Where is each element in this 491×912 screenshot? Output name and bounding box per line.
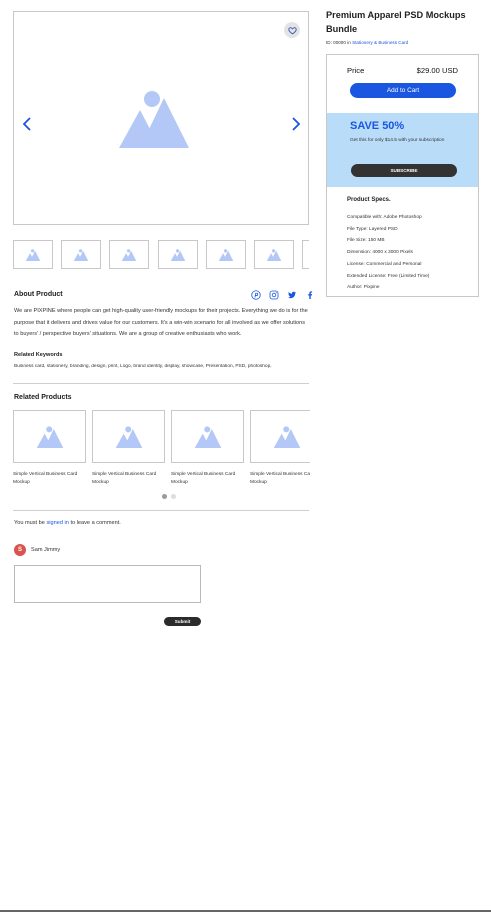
product-caption[interactable]: Simple Vertical Business Card Mockup (13, 471, 85, 487)
product-thumbnail[interactable] (13, 410, 86, 463)
spec-item: Extended License: Free (Limited Time) (347, 273, 430, 279)
image-placeholder-icon (170, 248, 186, 261)
thumbnail[interactable] (158, 240, 198, 269)
image-placeholder-icon (25, 248, 41, 261)
spec-item: Compatible with: Adobe Photoshop (347, 215, 422, 220)
product-caption[interactable]: Simple Vertical Business Card Mockup (92, 471, 164, 487)
divider (13, 510, 309, 511)
comment-signin-note: You must be signed in to leave a comment… (14, 520, 121, 526)
product-id-text: ID: 00000 in (326, 40, 351, 45)
related-product-card[interactable]: Simple Vertical Business Card Mockup (13, 410, 87, 487)
subscription-promo: SAVE 50% Get this for only $14.5 with yo… (327, 113, 478, 187)
spec-item: License: Commercial and Personal (347, 261, 422, 267)
user-name: Sam Jimmy (31, 547, 61, 553)
chevron-right-icon[interactable] (290, 116, 302, 132)
carousel-pagination (162, 494, 176, 499)
image-placeholder-icon (73, 248, 89, 261)
facebook-icon[interactable] (304, 290, 315, 301)
image-placeholder-icon (218, 248, 234, 261)
product-caption[interactable]: Simple Vertical Business Card Mockup (250, 471, 310, 487)
product-id: ID: 00000 in Stationery & Business Card (326, 40, 408, 45)
image-placeholder-icon (36, 425, 63, 448)
comment-textarea[interactable] (14, 565, 201, 603)
related-product-card[interactable]: Simple Vertical Business Card Mockup (92, 410, 166, 487)
price-label: Price (347, 66, 365, 75)
heart-icon[interactable] (284, 22, 300, 38)
thumbnail[interactable] (302, 240, 309, 269)
image-placeholder-icon (119, 91, 189, 148)
social-share (250, 289, 315, 301)
related-products-carousel: Simple Vertical Business Card Mockup Sim… (13, 410, 310, 490)
price-value: $29.00 USD (416, 66, 458, 75)
related-product-card[interactable]: Simple Vertical Business Card Mockup (250, 410, 310, 487)
pinterest-icon[interactable] (250, 290, 261, 301)
instagram-icon[interactable] (268, 290, 279, 301)
about-product-text: We are PIXPINE where people can get high… (14, 308, 308, 337)
about-product-heading: About Product (14, 291, 63, 298)
thumbnail[interactable] (254, 240, 294, 269)
related-products-heading: Related Products (14, 394, 72, 401)
image-placeholder-icon (266, 248, 282, 261)
product-thumbnail[interactable] (92, 410, 165, 463)
image-placeholder-icon (121, 248, 137, 261)
chevron-left-icon[interactable] (21, 116, 33, 132)
comment-user: S Sam Jimmy (14, 544, 60, 556)
image-placeholder-icon (273, 425, 300, 448)
twitter-icon[interactable] (286, 290, 297, 301)
product-caption[interactable]: Simple Vertical Business Card Mockup (171, 471, 243, 487)
subscribe-button[interactable]: SUBSCRIBE (351, 164, 457, 177)
specs-heading: Product Specs. (347, 197, 391, 203)
thumbnail[interactable] (13, 240, 53, 269)
pagination-dot-active[interactable] (162, 494, 167, 499)
sign-in-link[interactable]: signed in (46, 520, 68, 526)
note-prefix: You must be (14, 520, 45, 526)
pagination-dot[interactable] (171, 494, 176, 499)
promo-text: Get this for only $14.5 with your subscr… (350, 138, 445, 143)
spec-item: File Type: Layered PSD (347, 226, 398, 232)
thumbnail-strip (13, 240, 309, 270)
main-product-image (13, 11, 309, 225)
promo-title: SAVE 50% (350, 120, 405, 132)
note-suffix: to leave a comment. (70, 520, 121, 526)
spec-item: File Size: 150 MB (347, 238, 385, 244)
image-placeholder-icon (115, 425, 142, 448)
image-placeholder-icon (194, 425, 221, 448)
related-keywords-heading: Related Keywords (14, 352, 63, 358)
spec-item: Dimension: 4000 x 3000 Pixels (347, 250, 413, 256)
thumbnail[interactable] (206, 240, 246, 269)
related-keywords-list: Business card, stationery, branding, des… (14, 364, 272, 369)
spec-item: Author: Pixpine (347, 285, 380, 291)
divider (13, 383, 309, 384)
product-thumbnail[interactable] (171, 410, 244, 463)
add-to-cart-button[interactable]: Add to Cart (350, 83, 456, 98)
thumbnail[interactable] (109, 240, 149, 269)
submit-button[interactable]: Submit (164, 617, 201, 626)
product-thumbnail[interactable] (250, 410, 310, 463)
purchase-panel: Price $29.00 USD Add to Cart SAVE 50% Ge… (326, 54, 479, 297)
specs-list: Compatible with: Adobe Photoshop File Ty… (347, 212, 475, 294)
product-title: Premium Apparel PSD Mockups Bundle (326, 10, 466, 34)
related-product-card[interactable]: Simple Vertical Business Card Mockup (171, 410, 245, 487)
category-link[interactable]: Stationery & Business Card (352, 40, 408, 45)
thumbnail[interactable] (61, 240, 101, 269)
avatar: S (14, 544, 26, 556)
